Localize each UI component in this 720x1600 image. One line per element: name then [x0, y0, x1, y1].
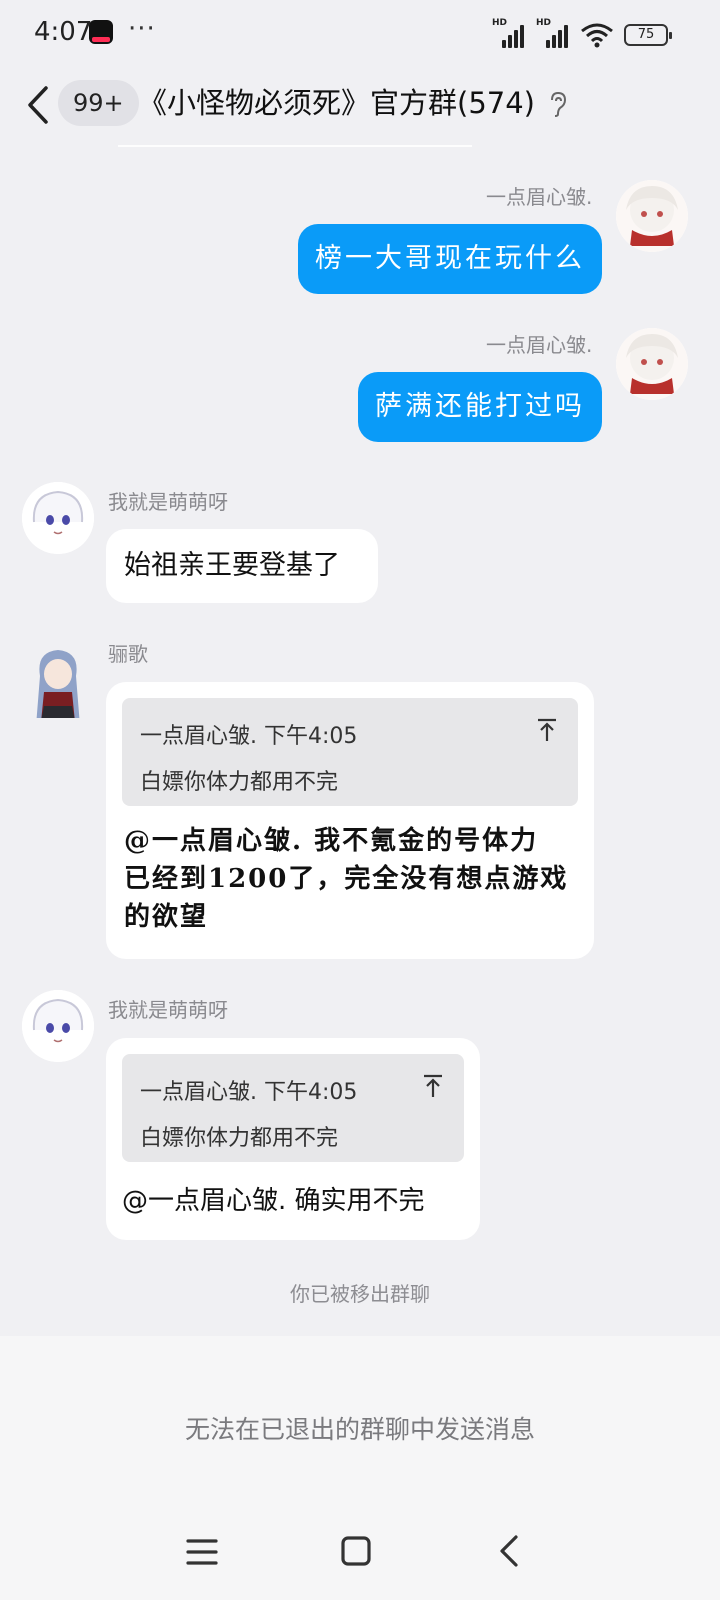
message-text: 始祖亲王要登基了 — [124, 550, 340, 581]
jump-to-quote-icon[interactable] — [422, 1074, 444, 1098]
status-time: 4:07 — [34, 17, 93, 47]
unread-count-badge[interactable]: 99+ — [58, 80, 139, 126]
message-bubble-sent[interactable]: 萨满还能打过吗 — [358, 372, 602, 442]
signal-icon: HD — [492, 18, 526, 48]
menu-icon[interactable] — [184, 1532, 224, 1572]
back-arrow-icon[interactable] — [22, 82, 58, 128]
quote-author: 一点眉心皱. 下午4:05 — [140, 1080, 358, 1105]
message-line: @一点眉心皱. 我不氪金的号体力 — [124, 826, 539, 856]
quoted-message[interactable]: 一点眉心皱. 下午4:05 白嫖你体力都用不完 — [122, 698, 578, 806]
sender-name: 我就是萌萌呀 — [108, 998, 228, 1022]
jump-to-quote-icon[interactable] — [536, 718, 558, 742]
ear-icon — [551, 91, 567, 117]
quote-author: 一点眉心皱. 下午4:05 — [140, 724, 358, 749]
status-bar: 4:07 ··· HD HD 75 — [0, 0, 720, 68]
battery-icon: 75 — [624, 24, 672, 46]
quote-text: 白嫖你体力都用不完 — [140, 1126, 339, 1151]
avatar[interactable] — [616, 180, 688, 252]
input-area: 无法在已退出的群聊中发送消息 — [0, 1336, 720, 1600]
sender-name: 我就是萌萌呀 — [108, 490, 228, 514]
message-line: 的欲望 — [124, 902, 209, 932]
avatar[interactable] — [22, 646, 94, 718]
sender-name: 一点眉心皱. — [486, 333, 593, 357]
quoted-message[interactable]: 一点眉心皱. 下午4:05 白嫖你体力都用不完 — [122, 1054, 464, 1162]
message-bubble-received[interactable]: 一点眉心皱. 下午4:05 白嫖你体力都用不完 @一点眉心皱. 确实用不完 — [106, 1038, 480, 1240]
more-notifications-icon: ··· — [128, 14, 156, 44]
home-icon[interactable] — [338, 1532, 378, 1572]
message-line: 已经到1200了，完全没有想点游戏 — [124, 864, 569, 894]
removed-notice: 你已被移出群聊 — [290, 1282, 430, 1306]
wifi-icon — [581, 23, 613, 48]
message-text: @一点眉心皱. 确实用不完 — [122, 1186, 425, 1216]
avatar[interactable] — [616, 328, 688, 400]
message-text: @一点眉心皱. 我不氪金的号体力 已经到1200了，完全没有想点游戏 的欲望 — [124, 822, 584, 936]
tiktok-notification-icon — [89, 20, 113, 44]
avatar[interactable] — [22, 990, 94, 1062]
group-title[interactable]: 《小怪物必须死》官方群(574) — [138, 80, 535, 126]
message-bubble-sent[interactable]: 榜一大哥现在玩什么 — [298, 224, 602, 294]
message-bubble-received[interactable]: 一点眉心皱. 下午4:05 白嫖你体力都用不完 @一点眉心皱. 我不氪金的号体力… — [106, 682, 594, 959]
sender-name: 骊歌 — [108, 642, 148, 666]
signal-icon-2: HD — [536, 18, 570, 48]
avatar[interactable] — [22, 482, 94, 554]
message-bubble-received[interactable]: 始祖亲王要登基了 — [106, 529, 378, 603]
back-icon[interactable] — [494, 1532, 534, 1572]
cannot-send-message: 无法在已退出的群聊中发送消息 — [184, 1415, 535, 1444]
system-nav-bar — [0, 1496, 720, 1600]
sender-name: 一点眉心皱. — [486, 185, 593, 209]
quote-text: 白嫖你体力都用不完 — [140, 770, 339, 795]
chat-header: 99+ 《小怪物必须死》官方群(574) — [0, 68, 720, 148]
header-divider — [118, 145, 472, 147]
